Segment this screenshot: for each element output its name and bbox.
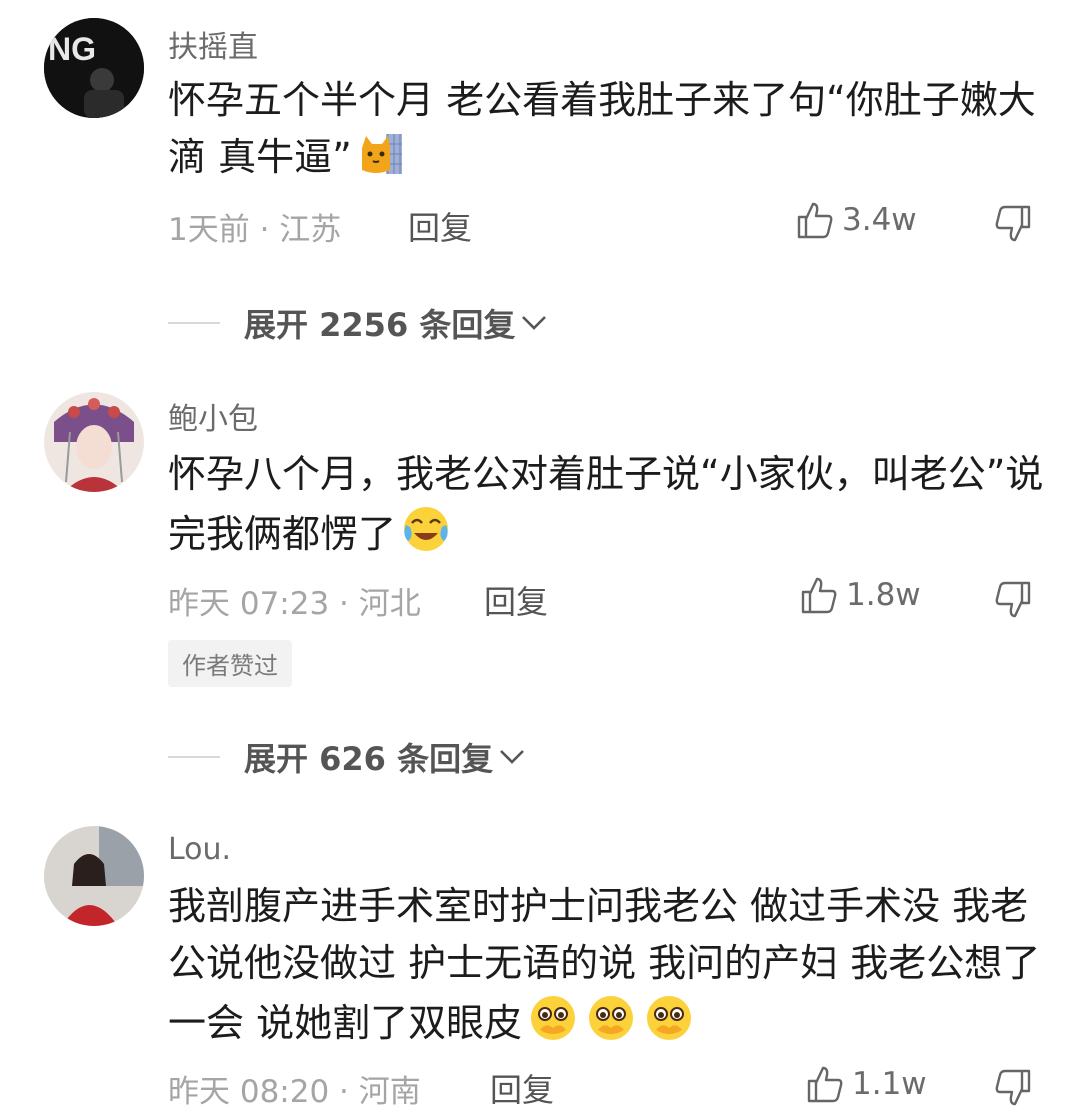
pleading-emoji-icon [642,992,696,1060]
divider-line [168,756,220,758]
thumbs-down-icon [995,1069,1031,1106]
thumbs-up-icon [807,1066,843,1103]
expand-replies-label: 展开 626 条回复 [244,740,494,778]
chevron-down-icon [522,316,547,330]
reply-button[interactable]: 回复 [490,1065,554,1111]
avatar[interactable]: NG [44,18,144,118]
comment-time-location: 昨天 07:23 · 河北 [168,586,421,622]
username[interactable]: 扶摇直 [168,22,258,66]
comment-time-location: 昨天 08:20 · 河南 [168,1074,421,1110]
dislike-button[interactable] [994,204,1032,248]
comment-text: 我剖腹产进手术室时护士问我老公 做过手术没 我老公说他没做过 护士无语的说 我问… [168,878,1048,1060]
divider-line [168,322,220,324]
dislike-button[interactable] [994,1068,1032,1112]
comment-body: 怀孕八个月，我老公对着肚子说“小家伙，叫老公”说完我俩都愣了 [168,452,1044,556]
thumbs-up-icon [797,202,833,239]
thumbs-down-icon [995,205,1031,242]
expand-replies-label: 展开 2256 条回复 [244,306,516,344]
avatar-logo-text: NG [48,31,96,67]
username[interactable]: Lou. [168,832,231,867]
thumbs-down-icon [995,581,1031,618]
thumbs-up-icon [801,577,837,614]
expand-replies-button[interactable]: 展开 2256 条回复 [168,300,549,346]
chevron-down-icon [500,750,525,764]
expand-replies-button[interactable]: 展开 626 条回复 [168,734,527,780]
username[interactable]: 鲍小包 [168,394,258,438]
avatar[interactable] [44,826,144,926]
like-button[interactable]: 3.4w [796,200,917,240]
like-button[interactable]: 1.8w [800,575,921,615]
cat-emoji-icon [356,130,404,194]
crying-laughing-emoji-icon [400,503,452,571]
like-count: 1.1w [852,1066,927,1102]
reply-button[interactable]: 回复 [484,577,548,623]
comment-body: 怀孕五个半个月 老公看着我肚子来了句“你肚子嫩大滴 真牛逼” [168,78,1036,179]
comment-text: 怀孕五个半个月 老公看着我肚子来了句“你肚子嫩大滴 真牛逼” [168,72,1048,194]
comment-text: 怀孕八个月，我老公对着肚子说“小家伙，叫老公”说完我俩都愣了 [168,446,1048,571]
pleading-emoji-icon [526,992,580,1060]
reply-button[interactable]: 回复 [408,203,472,249]
dislike-button[interactable] [994,580,1032,624]
like-button[interactable]: 1.1w [806,1064,927,1104]
author-liked-badge: 作者赞过 [168,640,292,687]
avatar[interactable] [44,392,144,492]
like-count: 1.8w [846,577,921,613]
comment-time-location: 1天前 · 江苏 [168,212,342,248]
pleading-emoji-icon [584,992,638,1060]
like-count: 3.4w [842,202,917,238]
